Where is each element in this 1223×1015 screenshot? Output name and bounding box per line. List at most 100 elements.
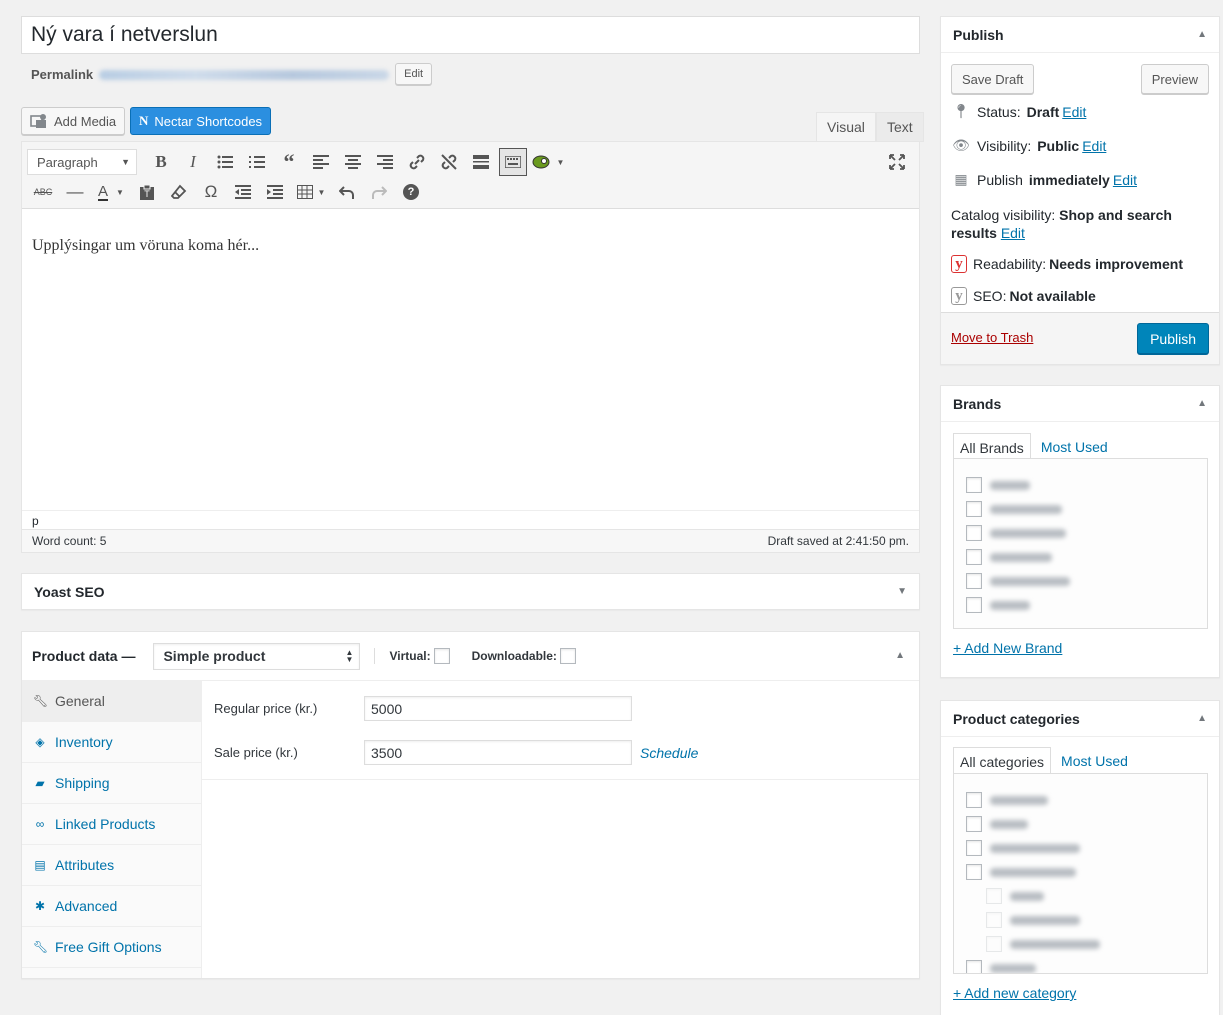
yoast-readability-icon: y <box>951 255 967 273</box>
brand-checkbox[interactable] <box>966 549 982 565</box>
virtual-checkbox[interactable] <box>433 648 450 664</box>
format-select[interactable]: Paragraph ▼ <box>27 149 137 175</box>
brand-checkbox[interactable] <box>966 597 982 613</box>
bullet-list-icon[interactable] <box>209 148 241 176</box>
numbered-list-icon[interactable] <box>241 148 273 176</box>
element-path: p <box>22 510 919 530</box>
tab-free-gift-options[interactable]: 🔧︎ Free Gift Options <box>22 927 201 968</box>
sale-price-input[interactable] <box>364 740 632 765</box>
editor-content-area[interactable]: Upplýsingar um vöruna koma hér... <box>22 209 919 509</box>
tab-text[interactable]: Text <box>876 112 924 142</box>
text-color-icon[interactable]: A ▼ <box>91 178 131 206</box>
schedule-link[interactable]: Schedule <box>640 745 698 761</box>
preview-button[interactable]: Preview <box>1140 64 1209 94</box>
add-media-button[interactable]: Add Media <box>21 107 126 135</box>
visibility-row: 👁︎ Visibility: Public Edit <box>951 137 1106 154</box>
category-checkbox[interactable] <box>986 888 1002 904</box>
chevron-up-icon[interactable]: ▲ <box>1197 29 1207 40</box>
fullscreen-icon[interactable] <box>881 148 913 176</box>
category-checkbox[interactable] <box>986 936 1002 952</box>
unlink-icon[interactable] <box>433 148 465 176</box>
category-checkbox[interactable] <box>966 960 982 973</box>
yoast-seo-metabox[interactable]: Yoast SEO ▼ <box>21 573 920 610</box>
move-to-trash-link[interactable]: Move to Trash <box>951 330 1033 345</box>
media-icon <box>30 114 46 128</box>
product-data-title: Product data — <box>32 648 136 664</box>
list-item <box>954 473 1207 497</box>
seo-value: Not available <box>1009 288 1096 304</box>
status-edit-link[interactable]: Edit <box>1062 104 1086 120</box>
divider <box>374 648 376 664</box>
product-categories-header[interactable]: Product categories ▲ <box>941 701 1219 737</box>
tab-general[interactable]: 🔧︎ General <box>22 681 201 722</box>
tab-label: Shipping <box>55 775 110 791</box>
brand-checkbox[interactable] <box>966 501 982 517</box>
align-right-icon[interactable] <box>369 148 401 176</box>
chevron-down-icon[interactable]: ▼ <box>897 586 907 597</box>
publish-header[interactable]: Publish ▲ <box>941 17 1219 53</box>
brands-header[interactable]: Brands ▲ <box>941 386 1219 422</box>
tab-visual[interactable]: Visual <box>816 112 876 142</box>
product-type-select[interactable]: Simple product ▲ ▼ <box>153 642 361 670</box>
virtual-label: Virtual: <box>389 649 431 663</box>
brand-checkbox[interactable] <box>966 477 982 493</box>
tab-inventory[interactable]: ◈ Inventory <box>22 722 201 763</box>
tab-shipping[interactable]: ▰ Shipping <box>22 763 201 804</box>
brand-checkbox[interactable] <box>966 573 982 589</box>
align-center-icon[interactable] <box>337 148 369 176</box>
nectar-shortcodes-button[interactable]: N Nectar Shortcodes <box>130 107 272 135</box>
publish-date-edit-link[interactable]: Edit <box>1113 172 1137 188</box>
brands-title: Brands <box>953 395 1002 412</box>
catalog-visibility-edit-link[interactable]: Edit <box>1001 225 1025 241</box>
tab-attributes[interactable]: ▤ Attributes <box>22 845 201 886</box>
regular-price-label: Regular price (kr.) <box>214 701 318 716</box>
link-icon[interactable] <box>401 148 433 176</box>
category-checkbox[interactable] <box>966 840 982 856</box>
align-left-icon[interactable] <box>305 148 337 176</box>
paste-text-icon[interactable]: T <box>131 178 163 206</box>
strikethrough-icon[interactable]: ABC <box>27 178 59 206</box>
word-count: Word count: 5 <box>32 534 107 548</box>
read-more-icon[interactable] <box>465 148 497 176</box>
visibility-edit-link[interactable]: Edit <box>1082 138 1106 154</box>
category-checkbox[interactable] <box>966 792 982 808</box>
category-checkbox[interactable] <box>966 864 982 880</box>
permalink-url[interactable] <box>99 70 390 80</box>
help-icon[interactable]: ? <box>395 178 427 206</box>
category-checkbox[interactable] <box>966 816 982 832</box>
post-title-input[interactable] <box>21 16 920 54</box>
tab-advanced[interactable]: ✱ Advanced <box>22 886 201 927</box>
blockquote-icon[interactable]: “ <box>273 148 305 176</box>
bold-icon[interactable]: B <box>145 148 177 176</box>
chevron-up-icon[interactable]: ▲ <box>895 650 905 661</box>
undo-icon[interactable] <box>331 178 363 206</box>
save-draft-button[interactable]: Save Draft <box>951 64 1035 94</box>
list-item <box>954 956 1207 973</box>
tab-linked-products[interactable]: ∞ Linked Products <box>22 804 201 845</box>
clear-formatting-icon[interactable] <box>163 178 195 206</box>
outdent-icon[interactable] <box>227 178 259 206</box>
category-checkbox[interactable] <box>986 912 1002 928</box>
permalink-edit-button[interactable]: Edit <box>395 63 433 85</box>
brand-checkbox[interactable] <box>966 525 982 541</box>
indent-icon[interactable] <box>259 178 291 206</box>
publish-button[interactable]: Publish <box>1137 323 1209 354</box>
brands-metabox: Brands ▲ All Brands Most Used + Add New … <box>940 385 1220 678</box>
chevron-up-icon[interactable]: ▲ <box>1197 398 1207 409</box>
special-character-icon[interactable]: Ω <box>195 178 227 206</box>
add-new-brand-link[interactable]: + Add New Brand <box>953 640 1062 656</box>
tab-label: Linked Products <box>55 816 156 832</box>
table-icon[interactable]: ▼ <box>291 178 331 206</box>
regular-price-input[interactable] <box>364 696 632 721</box>
draft-saved-status: Draft saved at 2:41:50 pm. <box>767 534 909 548</box>
italic-icon[interactable]: I <box>177 148 209 176</box>
chevron-up-icon[interactable]: ▲ <box>1197 713 1207 724</box>
list-item <box>954 545 1207 569</box>
horizontal-line-icon[interactable]: — <box>59 178 91 206</box>
downloadable-checkbox[interactable] <box>559 648 576 664</box>
add-new-category-link[interactable]: + Add new category <box>953 985 1076 1001</box>
toolbar-toggle-icon[interactable] <box>499 148 527 176</box>
chameleon-plugin-icon[interactable]: ▼ <box>529 148 567 176</box>
catalog-visibility-value-2: results <box>951 225 997 241</box>
redo-icon[interactable] <box>363 178 395 206</box>
